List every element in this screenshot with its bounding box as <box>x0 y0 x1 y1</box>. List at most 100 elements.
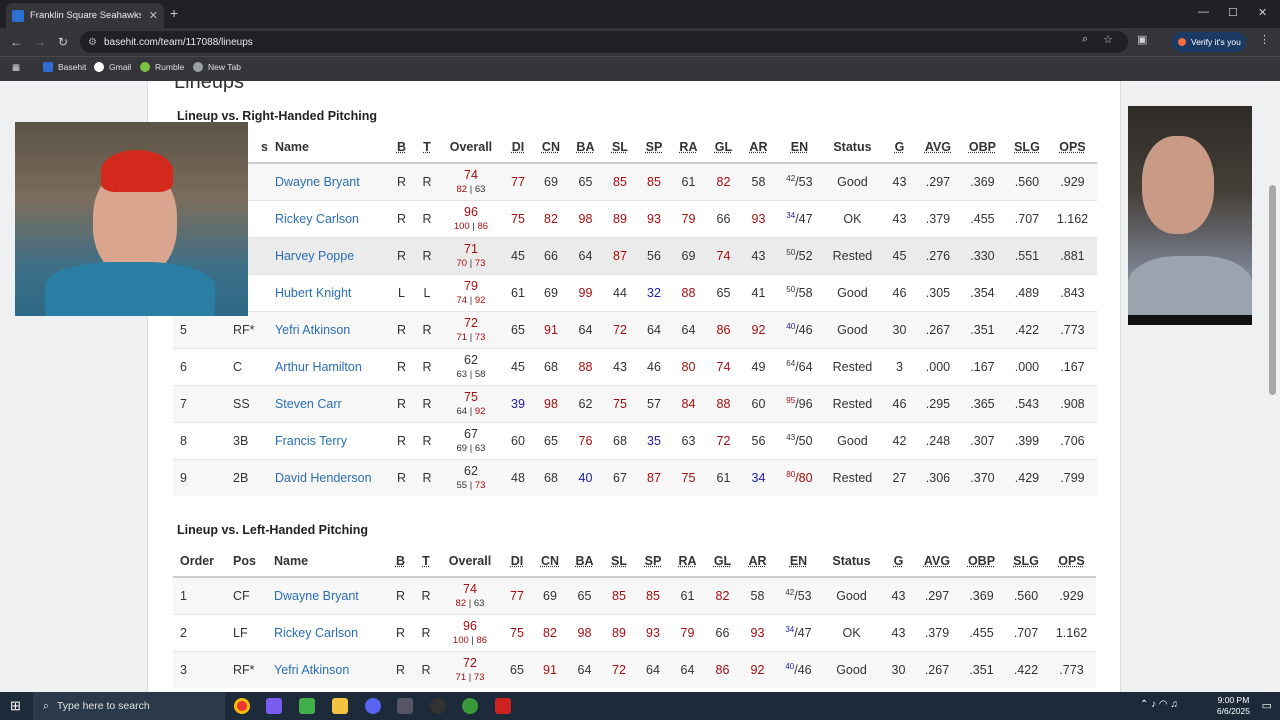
player-link[interactable]: Arthur Hamilton <box>275 360 362 374</box>
acrobat-icon[interactable] <box>495 698 511 714</box>
player-link[interactable]: Steven Carr <box>275 397 342 411</box>
back-icon[interactable]: ← <box>10 35 22 49</box>
overall-vs-rhp: 82 <box>455 598 467 610</box>
name-cell: Yefri Atkinson <box>267 650 388 688</box>
chrome-icon[interactable] <box>234 698 250 714</box>
address-bar[interactable]: ⚙ basehit.com/team/117088/lineups <box>80 31 1128 53</box>
google-icon <box>94 62 104 72</box>
overall-value: 67 <box>464 427 478 441</box>
gl-cell: 66 <box>705 199 741 237</box>
overall-vs-lhp: 73 <box>473 672 485 684</box>
player-link[interactable]: Hubert Knight <box>275 286 351 300</box>
ra-cell: 61 <box>670 576 705 614</box>
close-tab-icon[interactable]: ✕ <box>149 9 158 22</box>
windows-start-icon[interactable]: ⊞ <box>10 698 21 714</box>
store-icon[interactable] <box>299 698 315 714</box>
bookmark-star-icon[interactable]: ☆ <box>1103 33 1113 46</box>
player-link[interactable]: Francis Terry <box>275 434 347 448</box>
bats-cell: R <box>388 650 413 688</box>
overall-vs-rhp: 100 <box>452 635 469 646</box>
col-ba: BA <box>567 131 603 164</box>
throws-cell: R <box>413 421 440 459</box>
energy-cell: 42/53 <box>775 162 823 200</box>
calculator-icon[interactable] <box>397 698 413 714</box>
games-cell: 30 <box>881 650 916 688</box>
status-cell: Rested <box>822 458 882 496</box>
overall-split: 69 | 63 <box>440 443 502 454</box>
player-link[interactable]: Dwayne Bryant <box>274 589 359 603</box>
file-explorer-icon[interactable] <box>332 698 348 714</box>
overall-value: 74 <box>464 168 478 183</box>
overall-split: 82 | 63 <box>440 184 502 195</box>
taskbar-clock[interactable]: 9:00 PM 6/6/2025 <box>1217 695 1250 717</box>
new-tab-icon[interactable]: + <box>170 5 178 21</box>
sp-cell: 93 <box>636 613 670 651</box>
ba-cell: 88 <box>567 347 603 385</box>
maximize-icon[interactable]: ☐ <box>1228 6 1238 19</box>
col-gl: GL <box>705 545 740 578</box>
col-status: Status <box>822 131 882 164</box>
overall-cell: 67 69 | 63 <box>439 421 502 459</box>
player-link[interactable]: Yefri Atkinson <box>274 663 349 677</box>
discord-icon[interactable] <box>365 698 381 714</box>
bookmark-basehit[interactable]: Basehit <box>43 62 86 72</box>
gl-cell: 82 <box>705 162 741 200</box>
player-link[interactable]: Dwayne Bryant <box>275 175 360 189</box>
copilot-icon[interactable] <box>266 698 282 714</box>
cn-cell: 82 <box>533 613 567 651</box>
energy-cell: 80/80 <box>775 458 823 496</box>
lineups-card: Lineups Lineup vs. Right-Handed Pitching… <box>147 81 1121 692</box>
side-panel-icon[interactable]: ▣ <box>1137 33 1147 46</box>
verify-button[interactable]: Verify it's you <box>1172 32 1246 52</box>
apps-grid-icon[interactable]: ▦ <box>12 62 20 73</box>
player-link[interactable]: Rickey Carlson <box>274 626 358 640</box>
lineup-body-rhp: Dwayne Bryant R R 74 82 | 63 77 69 65 85 85 61 82 58… <box>173 162 1097 496</box>
energy-current: 40 <box>785 662 795 672</box>
forward-icon[interactable]: → <box>34 35 46 49</box>
avg-cell: .306 <box>916 458 959 496</box>
close-window-icon[interactable]: ✕ <box>1258 6 1267 19</box>
overall-split: 100 | 86 <box>440 221 502 232</box>
col-order: Order <box>173 545 226 578</box>
energy-max: /53 <box>795 175 813 190</box>
menu-kebab-icon[interactable]: ⋮ <box>1259 33 1270 46</box>
bookmark-new-tab[interactable]: New Tab <box>193 62 241 72</box>
site-info-icon[interactable]: ⚙ <box>88 37 97 48</box>
tray-icons[interactable]: ⌃ ♪ ◠ ♫ <box>1140 699 1178 710</box>
sl-cell: 75 <box>602 384 637 422</box>
status-cell: Good <box>822 650 881 688</box>
order-cell: 3 <box>173 650 226 688</box>
sp-cell: 93 <box>636 199 671 237</box>
zoom-icon[interactable]: ⌕ <box>1082 33 1088 46</box>
gl-cell: 88 <box>705 384 741 422</box>
app-icon[interactable] <box>462 698 478 714</box>
obs-icon[interactable] <box>430 698 446 714</box>
position-cell: RF* <box>226 650 267 688</box>
energy-cell: 95/96 <box>775 384 823 422</box>
di-cell: 65 <box>501 650 533 688</box>
di-cell: 61 <box>501 273 534 311</box>
bookmark-gmail[interactable]: Gmail <box>94 62 131 72</box>
taskbar-search[interactable]: ⌕ Type here to search <box>33 692 225 720</box>
player-link[interactable]: David Henderson <box>275 471 372 485</box>
sl-cell: 68 <box>602 421 637 459</box>
player-link[interactable]: Harvey Poppe <box>275 249 354 263</box>
scrollbar-thumb[interactable] <box>1269 185 1276 395</box>
col-overall: Overall <box>439 131 502 164</box>
player-link[interactable]: Rickey Carlson <box>275 212 359 226</box>
overall-vs-lhp: 73 <box>474 332 486 343</box>
notifications-icon[interactable]: ▭ <box>1262 699 1272 712</box>
bookmark-label: Gmail <box>109 62 132 72</box>
bookmark-label: Basehit <box>58 62 87 72</box>
minimize-icon[interactable]: — <box>1198 6 1209 18</box>
bookmark-rumble[interactable]: Rumble <box>140 62 184 72</box>
throws-cell: R <box>413 613 439 651</box>
table-row: 8 3B Francis Terry R R 67 69 | 63 60 65 76 68 35 63 7… <box>173 421 1097 459</box>
avg-cell: .379 <box>916 199 959 237</box>
player-link[interactable]: Yefri Atkinson <box>275 323 350 337</box>
reload-icon[interactable]: ↻ <box>58 35 68 49</box>
page-scrollbar[interactable] <box>1265 81 1280 692</box>
throws-cell: L <box>413 273 440 311</box>
ra-cell: 69 <box>670 236 706 274</box>
browser-tab[interactable]: Franklin Square Seahawks: Line ✕ <box>6 3 164 28</box>
